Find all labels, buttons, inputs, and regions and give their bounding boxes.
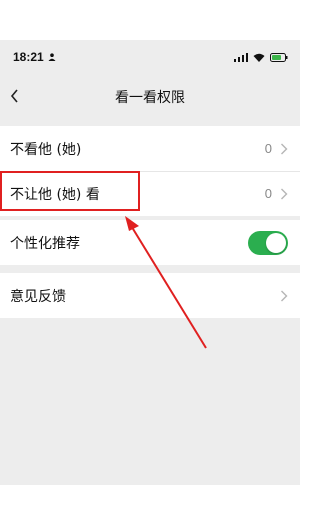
chevron-right-icon <box>281 143 288 154</box>
annotation-highlight-box <box>0 171 140 211</box>
chevron-right-icon <box>281 290 288 301</box>
row-personalized-recommendation: 个性化推荐 <box>0 220 300 265</box>
phone-screen: 18:21 看一看权限 不看他 (她) 0 不让他 (她) 看 0 个性化推荐 … <box>0 40 300 485</box>
row-label: 意见反馈 <box>10 288 66 305</box>
recommendation-group: 个性化推荐 <box>0 220 300 265</box>
row-value: 0 <box>264 186 272 201</box>
screenshot-page: 18:21 看一看权限 不看他 (她) 0 不让他 (她) 看 0 个性化推荐 … <box>0 0 300 525</box>
person-icon <box>48 53 56 61</box>
status-time: 18:21 <box>13 50 44 64</box>
page-title: 看一看权限 <box>115 90 185 106</box>
nav-bar: 看一看权限 <box>0 74 300 118</box>
feedback-group: 意见反馈 <box>0 273 300 318</box>
row-feedback[interactable]: 意见反馈 <box>0 273 300 318</box>
personalized-recommendation-toggle[interactable] <box>248 230 288 255</box>
wifi-icon <box>253 53 265 62</box>
row-value: 0 <box>264 141 272 156</box>
signal-icon <box>234 52 248 62</box>
status-bar: 18:21 <box>0 40 300 74</box>
row-label: 个性化推荐 <box>10 235 80 252</box>
row-label: 不看他 (她) <box>10 141 82 158</box>
chevron-right-icon <box>281 188 288 199</box>
status-icons <box>234 52 288 62</box>
battery-icon <box>270 52 288 62</box>
row-dont-see-them[interactable]: 不看他 (她) 0 <box>0 126 300 171</box>
toggle-knob <box>266 232 286 253</box>
